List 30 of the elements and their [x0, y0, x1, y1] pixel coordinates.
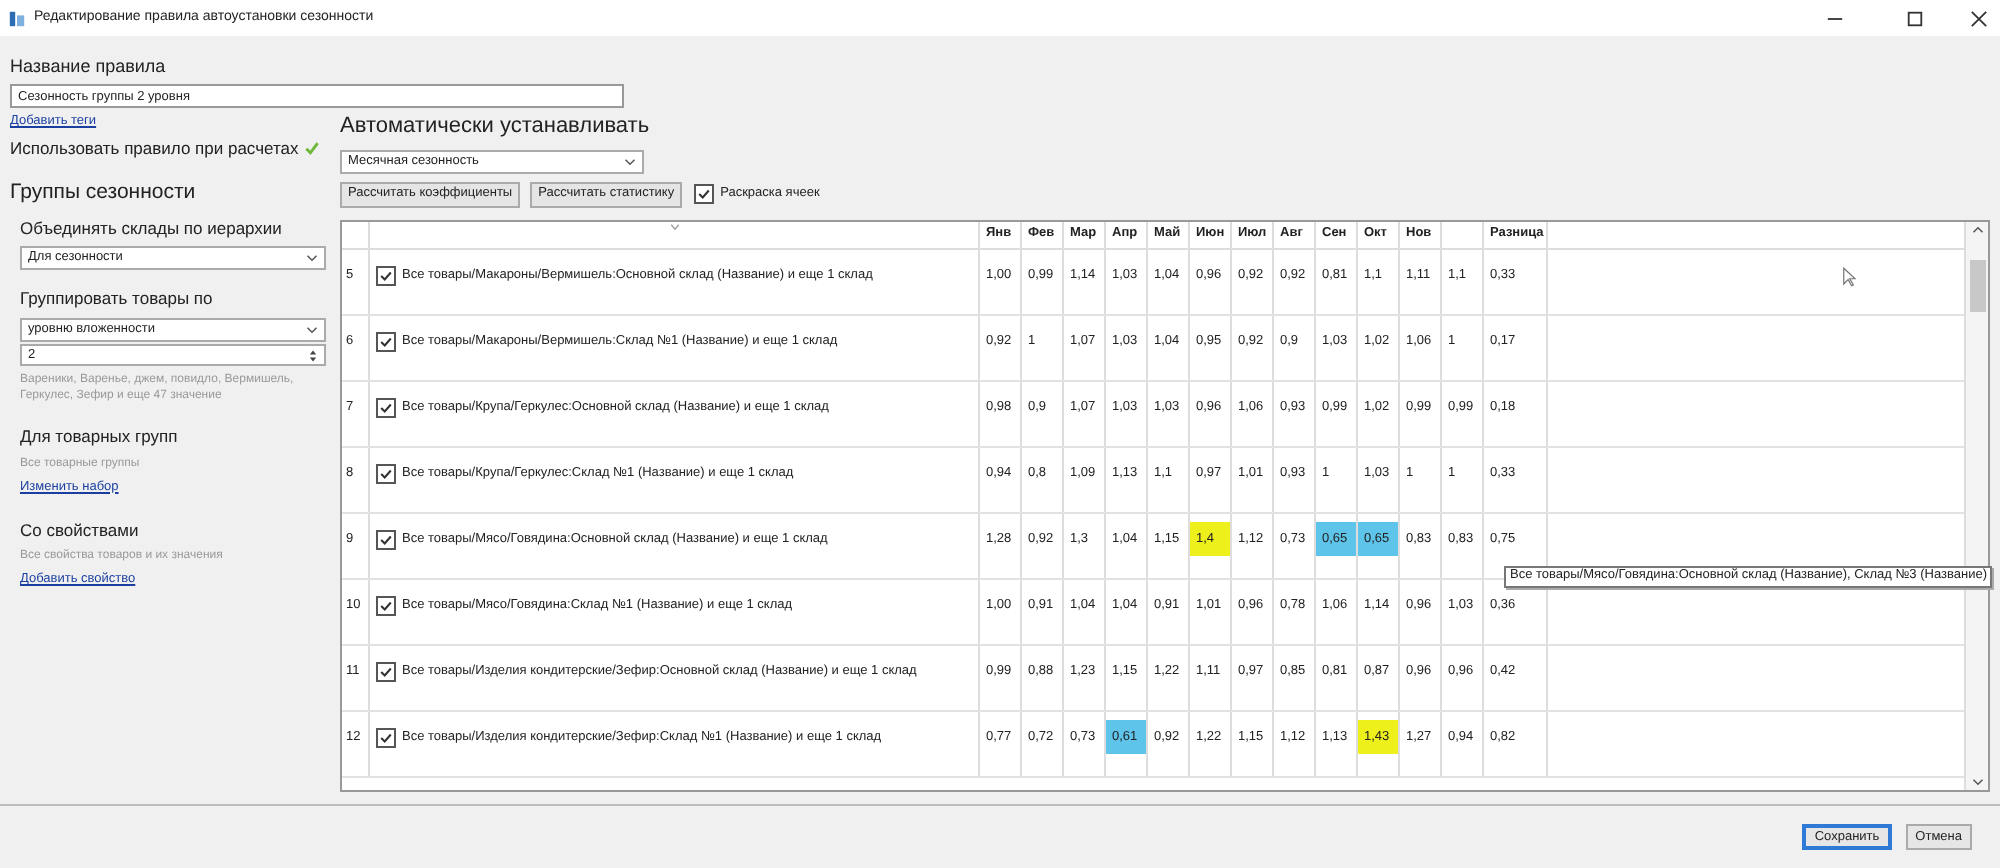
- chevron-down-icon: [306, 254, 318, 263]
- option-label: Использовать правило при расчетах: [10, 136, 299, 162]
- checkbox[interactable]: [376, 265, 396, 285]
- subsection-heading: Со свойствами: [20, 517, 141, 543]
- checkbox[interactable]: [376, 727, 396, 747]
- subsection-heading: Для товарных групп: [20, 424, 180, 450]
- scrollbar-thumb[interactable]: [1969, 259, 1985, 311]
- checkbox[interactable]: [694, 184, 715, 204]
- close-icon[interactable]: [1970, 9, 1988, 27]
- mouse-cursor-icon: [1842, 265, 1856, 287]
- maximize-icon[interactable]: [1906, 9, 1924, 27]
- app-icon: [8, 9, 26, 27]
- field-label: Название правила: [10, 56, 168, 78]
- section-heading: Группы сезонности: [10, 177, 198, 208]
- chevron-down-icon: [624, 157, 636, 165]
- field-label: Группировать товары по: [20, 286, 215, 312]
- checkbox[interactable]: [376, 595, 396, 615]
- sort-icon[interactable]: [669, 223, 679, 229]
- checkbox[interactable]: [376, 331, 396, 351]
- checkbox[interactable]: [376, 463, 396, 483]
- spinner-arrows-icon[interactable]: [308, 347, 318, 363]
- checkbox[interactable]: [376, 661, 396, 681]
- chevron-down-icon: [306, 326, 318, 334]
- scroll-down-icon[interactable]: [1971, 777, 1983, 785]
- field-label: Объединять склады по иерархии: [20, 215, 284, 241]
- checkbox[interactable]: [376, 397, 396, 417]
- checkmark-icon[interactable]: [304, 140, 321, 157]
- checkbox[interactable]: [376, 529, 396, 549]
- section-heading: Автоматически устанавливать: [340, 112, 652, 142]
- scroll-up-icon[interactable]: [1971, 225, 1983, 233]
